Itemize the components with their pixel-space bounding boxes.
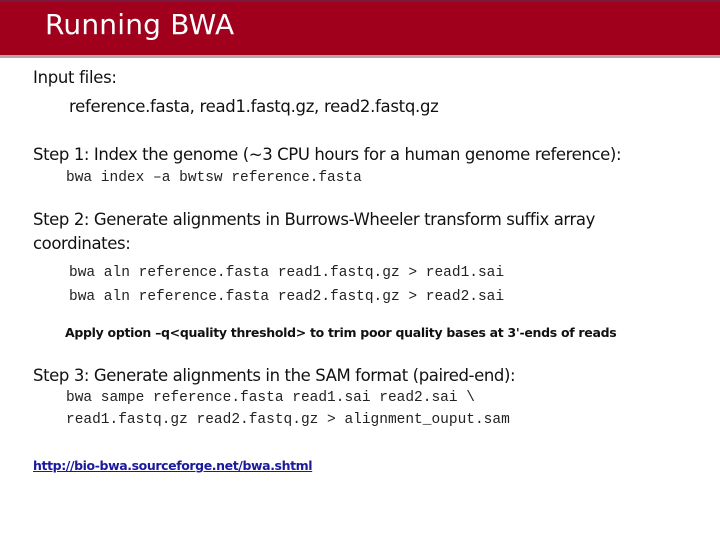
step3-command-1: bwa sampe reference.fasta read1.sai read… bbox=[66, 390, 475, 406]
input-files-heading: Input files: bbox=[33, 68, 117, 87]
step1-command: bwa index –a bwtsw reference.fasta bbox=[66, 170, 362, 186]
step3-heading: Step 3: Generate alignments in the SAM f… bbox=[33, 366, 516, 385]
step2-quality-note: Apply option –q<quality threshold> to tr… bbox=[65, 325, 617, 340]
step3-command-2: read1.fastq.gz read2.fastq.gz > alignmen… bbox=[66, 412, 510, 428]
step2-heading-line2: coordinates: bbox=[33, 234, 131, 253]
step2-command-2: bwa aln reference.fasta read2.fastq.gz >… bbox=[69, 289, 505, 305]
bwa-documentation-link[interactable]: http://bio-bwa.sourceforge.net/bwa.shtml bbox=[33, 458, 313, 473]
step2-heading-line1: Step 2: Generate alignments in Burrows-W… bbox=[33, 210, 595, 229]
slide-content: Input files: reference.fasta, read1.fast… bbox=[0, 0, 720, 540]
input-files-list: reference.fasta, read1.fastq.gz, read2.f… bbox=[69, 97, 439, 116]
step2-command-1: bwa aln reference.fasta read1.fastq.gz >… bbox=[69, 265, 505, 281]
step1-heading: Step 1: Index the genome (~3 CPU hours f… bbox=[33, 145, 622, 164]
